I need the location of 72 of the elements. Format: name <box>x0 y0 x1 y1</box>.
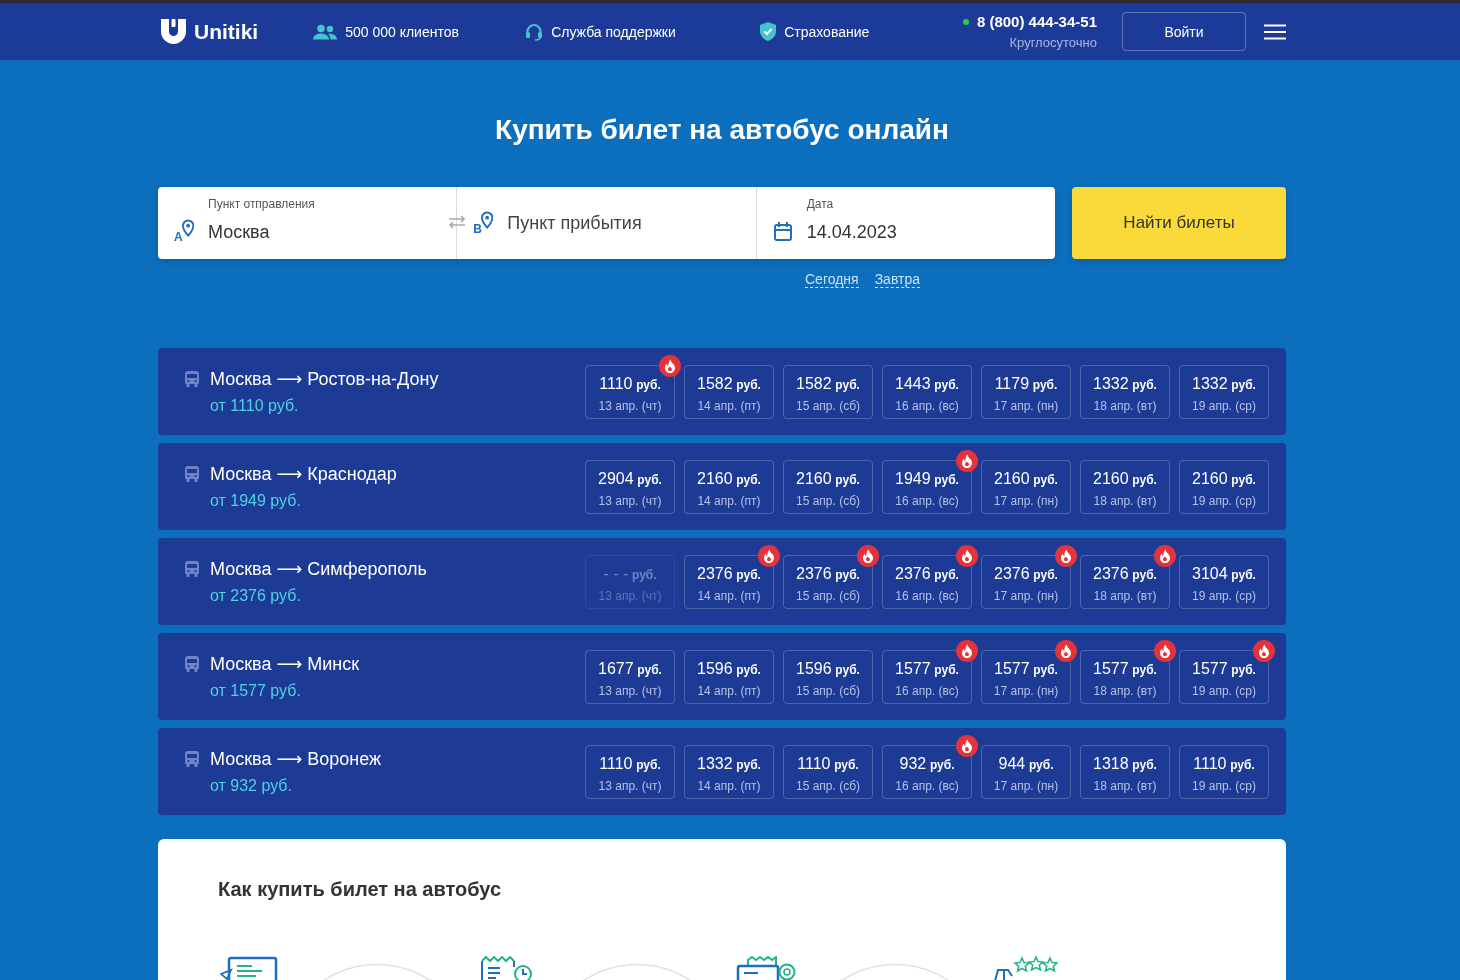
date-input[interactable]: 14.04.2023 <box>806 220 1007 244</box>
page-title: Купить билет на автобус онлайн <box>494 113 950 147</box>
price-cell[interactable]: 1332 руб. 14 апр. (пт) <box>684 744 774 799</box>
price-cell[interactable]: 1332 руб. 19 апр. (ср) <box>1179 364 1269 419</box>
price-cell[interactable]: 3104 руб. 19 апр. (ср) <box>1179 554 1269 609</box>
price-cell[interactable]: 1318 руб. 18 апр. (вт) <box>1080 744 1170 799</box>
bus-icon <box>185 560 199 577</box>
price-cell[interactable]: 2160 руб. 17 апр. (пн) <box>981 459 1071 514</box>
price-cell[interactable]: 1110 руб. 19 апр. (ср) <box>1179 744 1269 799</box>
point-letter: A <box>174 231 183 243</box>
route-card[interactable]: Москва ⟶ Краснодар от 1949 руб. 2904 руб. 13 апр. (чт) 2160 руб. 14 апр. (пт) 2160 руб. 15 апр. (сб) 1949 руб. 16 апр. (вс) 2160 руб. 17 апр. (пн) 2160 руб. 18 апр. (вт) 2160 руб. 19 апр. (ср) <box>158 443 1286 530</box>
headset-icon <box>525 22 544 41</box>
arrival-input[interactable]: Пункт прибытия <box>507 211 708 235</box>
date-link[interactable]: Сегодня <box>805 271 859 288</box>
price-cell[interactable]: 2904 руб. 13 апр. (чт) <box>585 459 675 514</box>
price-cell[interactable]: 944 руб. 17 апр. (пн) <box>981 744 1071 799</box>
hours-label: Круглосуточно <box>1009 34 1097 51</box>
pin-icon <box>181 219 194 238</box>
section-title: Как купить билет на автобус <box>218 877 502 901</box>
bus-icon <box>185 370 199 387</box>
menu-icon[interactable] <box>1264 23 1286 40</box>
bus-icon <box>185 750 199 767</box>
login-button[interactable]: Войти <box>1122 12 1246 51</box>
status-dot-icon <box>962 18 969 25</box>
rating-stars-icon <box>994 956 1058 980</box>
date-link[interactable]: Завтра <box>874 271 920 288</box>
shield-check-icon <box>760 22 777 41</box>
price-cell[interactable]: 1443 руб. 16 апр. (вс) <box>882 364 972 419</box>
route-card[interactable]: Москва ⟶ Воронеж от 932 руб. 1110 руб. 13 апр. (чт) 1332 руб. 14 апр. (пт) 1110 руб. 15 апр. (сб) 932 руб. 16 апр. (вс) 944 руб. 17 апр. (пн) 1318 руб. 18 апр. (вт) 1110 руб. 19 апр. (ср) <box>158 728 1286 815</box>
route-title[interactable]: Москва ⟶ Симферополь <box>210 556 427 581</box>
min-price: от 932 руб. <box>210 775 292 796</box>
bus-icon <box>185 465 199 482</box>
price-cell[interactable]: 2160 руб. 18 апр. (вт) <box>1080 459 1170 514</box>
price-cell[interactable]: 2160 руб. 14 апр. (пт) <box>684 459 774 514</box>
receipt-coin-icon <box>736 956 796 980</box>
point-letter: B <box>473 223 482 235</box>
field-label: Пункт отправления <box>208 197 315 211</box>
price-cell[interactable]: 1677 руб. 13 апр. (чт) <box>585 649 675 704</box>
calendar-icon <box>773 221 792 241</box>
bus-icon <box>185 655 199 672</box>
min-price: от 1577 руб. <box>210 680 301 701</box>
price-cell[interactable]: 1582 руб. 14 апр. (пт) <box>684 364 774 419</box>
price-cell[interactable]: 2160 руб. 19 апр. (ср) <box>1179 459 1269 514</box>
price-cell[interactable]: 1110 руб. 15 апр. (сб) <box>783 744 873 799</box>
clients-count: 500 000 клиентов <box>345 22 459 41</box>
price-cell[interactable]: 1596 руб. 14 апр. (пт) <box>684 649 774 704</box>
route-title[interactable]: Москва ⟶ Краснодар <box>210 461 397 486</box>
min-price: от 1110 руб. <box>210 395 299 416</box>
price-cell[interactable]: 1582 руб. 15 апр. (сб) <box>783 364 873 419</box>
price-cell[interactable]: 1596 руб. 15 апр. (сб) <box>783 649 873 704</box>
route-title[interactable]: Москва ⟶ Ростов-на-Дону <box>210 366 439 391</box>
form-icon <box>220 956 278 980</box>
support-link[interactable]: Служба поддержки <box>551 22 676 41</box>
price-cell[interactable]: 1332 руб. 18 апр. (вт) <box>1080 364 1170 419</box>
min-price: от 2376 руб. <box>210 585 301 606</box>
phone-number[interactable]: 8 (800) 444-34-51 <box>976 12 1097 31</box>
route-title[interactable]: Москва ⟶ Воронеж <box>210 746 382 771</box>
price-cell[interactable]: 2160 руб. 15 апр. (сб) <box>783 459 873 514</box>
pin-icon <box>481 211 494 230</box>
insurance-link[interactable]: Страхование <box>784 22 870 41</box>
route-title[interactable]: Москва ⟶ Минск <box>210 651 360 676</box>
min-price: от 1949 руб. <box>210 490 301 511</box>
price-cell[interactable]: 1179 руб. 17 апр. (пн) <box>981 364 1071 419</box>
logo-icon[interactable] <box>160 18 187 45</box>
search-button[interactable]: Найти билеты <box>1072 187 1286 259</box>
departure-input[interactable]: Москва <box>208 220 408 244</box>
route-card[interactable]: Москва ⟶ Минск от 1577 руб. 1677 руб. 13 апр. (чт) 1596 руб. 14 апр. (пт) 1596 руб. 15 апр. (сб) 1577 руб. 16 апр. (вс) 1577 руб. 17 апр. (пн) 1577 руб. 18 апр. (вт) 1577 руб. 19 апр. (ср) <box>158 633 1286 720</box>
field-label: Дата <box>806 197 834 211</box>
logo-text[interactable]: Unitiki <box>194 18 259 45</box>
price-cell[interactable]: 1110 руб. 13 апр. (чт) <box>585 744 675 799</box>
route-card[interactable]: Москва ⟶ Ростов-на-Дону от 1110 руб. 1110 руб. 13 апр. (чт) 1582 руб. 14 апр. (пт) 1582 руб. 15 апр. (сб) 1443 руб. 16 апр. (вс) 1179 руб. 17 апр. (пн) 1332 руб. 18 апр. (вт) 1332 руб. 19 апр. (ср) <box>158 348 1286 435</box>
users-icon <box>313 23 338 40</box>
